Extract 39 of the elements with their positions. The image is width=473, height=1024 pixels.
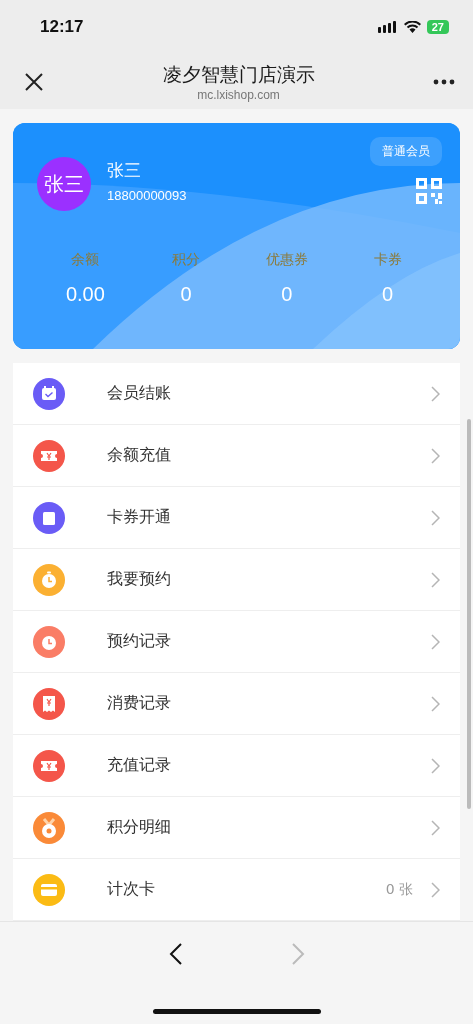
chevron-icon bbox=[431, 633, 440, 650]
menu-item[interactable]: 我要预约 bbox=[13, 549, 460, 612]
back-icon[interactable] bbox=[168, 942, 183, 967]
more-icon[interactable] bbox=[433, 79, 455, 86]
chevron-icon bbox=[431, 385, 440, 402]
item-count: 0 张 bbox=[385, 880, 413, 899]
qr-code-icon[interactable] bbox=[416, 178, 442, 205]
page-url: mc.lxishop.com bbox=[197, 88, 280, 103]
stat-value: 0 bbox=[281, 283, 293, 307]
stat-value: 0 bbox=[180, 283, 192, 307]
chevron-icon bbox=[431, 571, 440, 588]
stat-label: 卡券 bbox=[373, 251, 402, 270]
menu-item[interactable]: 消费记录 bbox=[13, 673, 460, 736]
member-phone: 18800000093 bbox=[107, 188, 188, 204]
signal-icon bbox=[377, 21, 398, 34]
menu-item[interactable]: 余额充值 bbox=[13, 425, 460, 488]
chevron-icon bbox=[431, 509, 440, 526]
menu-item[interactable]: 卡券开通 bbox=[13, 487, 460, 550]
menu-item[interactable]: 积分明细 bbox=[13, 797, 460, 860]
page-title: 凌夕智慧门店演示 bbox=[162, 62, 315, 88]
chevron-icon bbox=[431, 881, 440, 898]
menu-item[interactable]: 预约记录 bbox=[13, 611, 460, 674]
chevron-icon bbox=[431, 447, 440, 464]
wifi-icon bbox=[403, 21, 421, 34]
close-icon[interactable] bbox=[24, 72, 44, 93]
chevron-icon bbox=[431, 757, 440, 774]
stat-value: 0.00 bbox=[65, 283, 105, 307]
stat-label: 余额 bbox=[71, 251, 100, 270]
member-level-badge: 普通会员 bbox=[370, 137, 442, 167]
chevron-icon bbox=[431, 695, 440, 712]
status-time: 12:17 bbox=[40, 17, 84, 38]
stat-value: 0 bbox=[382, 283, 394, 307]
menu-item[interactable]: 充值记录 bbox=[13, 735, 460, 798]
menu-item[interactable]: 会员结账 bbox=[13, 363, 460, 426]
stat-label: 积分 bbox=[172, 251, 201, 270]
battery-indicator: 27 bbox=[426, 20, 449, 35]
chevron-icon bbox=[431, 819, 440, 836]
member-name: 张三 bbox=[107, 159, 142, 183]
stat-label: 优惠券 bbox=[265, 251, 308, 270]
